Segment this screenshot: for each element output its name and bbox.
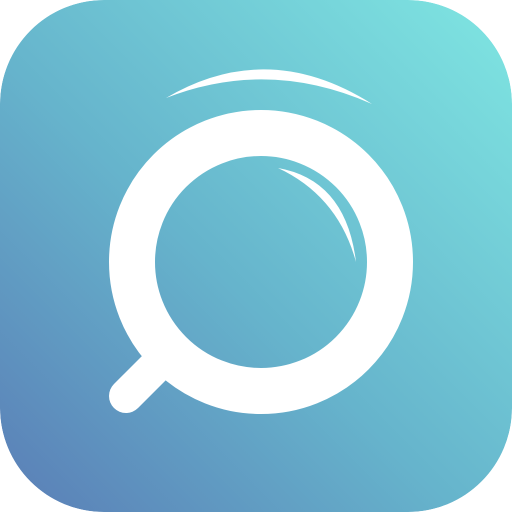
magnifying-glass-icon [0, 0, 512, 512]
app-icon[interactable] [0, 0, 512, 512]
